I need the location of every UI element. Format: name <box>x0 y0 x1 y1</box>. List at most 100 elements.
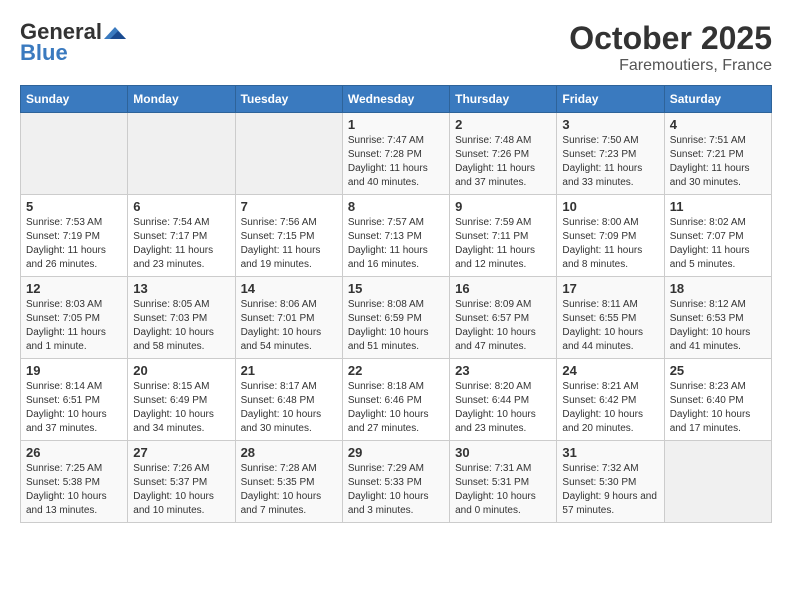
day-info: Sunrise: 7:51 AMSunset: 7:21 PMDaylight:… <box>670 134 766 190</box>
calendar-cell: 7Sunrise: 7:56 AMSunset: 7:15 PMDaylight… <box>235 195 342 277</box>
day-number: 5 <box>26 199 122 214</box>
month-title: October 2025 Faremoutiers, France <box>569 20 772 75</box>
day-info: Sunrise: 8:03 AMSunset: 7:05 PMDaylight:… <box>26 298 122 354</box>
weekday-header: Thursday <box>450 86 557 113</box>
location-heading: Faremoutiers, France <box>569 57 772 75</box>
day-info: Sunrise: 7:32 AMSunset: 5:30 PMDaylight:… <box>562 462 658 518</box>
day-number: 28 <box>241 445 337 460</box>
day-info: Sunrise: 7:54 AMSunset: 7:17 PMDaylight:… <box>133 216 229 272</box>
day-number: 6 <box>133 199 229 214</box>
day-number: 2 <box>455 117 551 132</box>
calendar-cell <box>21 113 128 195</box>
weekday-header-row: SundayMondayTuesdayWednesdayThursdayFrid… <box>21 86 772 113</box>
day-number: 20 <box>133 363 229 378</box>
day-info: Sunrise: 8:11 AMSunset: 6:55 PMDaylight:… <box>562 298 658 354</box>
day-number: 12 <box>26 281 122 296</box>
day-number: 15 <box>348 281 444 296</box>
weekday-header: Monday <box>128 86 235 113</box>
calendar-table: SundayMondayTuesdayWednesdayThursdayFrid… <box>20 85 772 523</box>
day-info: Sunrise: 8:14 AMSunset: 6:51 PMDaylight:… <box>26 380 122 436</box>
day-number: 31 <box>562 445 658 460</box>
calendar-cell: 30Sunrise: 7:31 AMSunset: 5:31 PMDayligh… <box>450 441 557 523</box>
day-number: 21 <box>241 363 337 378</box>
day-info: Sunrise: 7:25 AMSunset: 5:38 PMDaylight:… <box>26 462 122 518</box>
day-info: Sunrise: 8:12 AMSunset: 6:53 PMDaylight:… <box>670 298 766 354</box>
calendar-cell: 27 Sunrise: 7:26 AMSunset: 5:37 PMDayligh… <box>128 441 235 523</box>
day-info: Sunrise: 8:00 AMSunset: 7:09 PMDaylight:… <box>562 216 658 272</box>
day-number: 17 <box>562 281 658 296</box>
calendar-cell: 31 Sunrise: 7:32 AMSunset: 5:30 PMDayligh… <box>557 441 664 523</box>
page-header: General Blue October 2025 Faremoutiers, … <box>20 20 772 75</box>
calendar-cell: 25 Sunrise: 8:23 AMSunset: 6:40 PMDayligh… <box>664 359 771 441</box>
day-info: Sunrise: 8:21 AMSunset: 6:42 PMDaylight:… <box>562 380 658 436</box>
day-info: Sunrise: 7:59 AMSunset: 7:11 PMDaylight:… <box>455 216 551 272</box>
calendar-cell <box>664 441 771 523</box>
calendar-week-row: 26 Sunrise: 7:25 AMSunset: 5:38 PMDayligh… <box>21 441 772 523</box>
calendar-cell: 9 Sunrise: 7:59 AMSunset: 7:11 PMDaylight… <box>450 195 557 277</box>
day-info: Sunrise: 8:15 AMSunset: 6:49 PMDaylight:… <box>133 380 229 436</box>
calendar-cell: 6 Sunrise: 7:54 AMSunset: 7:17 PMDaylight… <box>128 195 235 277</box>
day-number: 23 <box>455 363 551 378</box>
calendar-cell: 4 Sunrise: 7:51 AMSunset: 7:21 PMDaylight… <box>664 113 771 195</box>
day-info: Sunrise: 8:05 AMSunset: 7:03 PMDaylight:… <box>133 298 229 354</box>
calendar-week-row: 1 Sunrise: 7:47 AMSunset: 7:28 PMDaylight… <box>21 113 772 195</box>
day-number: 24 <box>562 363 658 378</box>
day-number: 14 <box>241 281 337 296</box>
calendar-cell: 15 Sunrise: 8:08 AMSunset: 6:59 PMDayligh… <box>342 277 449 359</box>
calendar-cell: 21 Sunrise: 8:17 AMSunset: 6:48 PMDayligh… <box>235 359 342 441</box>
calendar-cell: 16 Sunrise: 8:09 AMSunset: 6:57 PMDayligh… <box>450 277 557 359</box>
calendar-cell: 12 Sunrise: 8:03 AMSunset: 7:05 PMDayligh… <box>21 277 128 359</box>
calendar-cell: 14 Sunrise: 8:06 AMSunset: 7:01 PMDayligh… <box>235 277 342 359</box>
day-number: 8 <box>348 199 444 214</box>
calendar-cell: 26 Sunrise: 7:25 AMSunset: 5:38 PMDayligh… <box>21 441 128 523</box>
day-info: Sunrise: 8:06 AMSunset: 7:01 PMDaylight:… <box>241 298 337 354</box>
day-number: 16 <box>455 281 551 296</box>
day-number: 26 <box>26 445 122 460</box>
calendar-cell: 19 Sunrise: 8:14 AMSunset: 6:51 PMDayligh… <box>21 359 128 441</box>
calendar-cell: 3 Sunrise: 7:50 AMSunset: 7:23 PMDaylight… <box>557 113 664 195</box>
calendar-cell: 17 Sunrise: 8:11 AMSunset: 6:55 PMDayligh… <box>557 277 664 359</box>
day-number: 27 <box>133 445 229 460</box>
day-number: 10 <box>562 199 658 214</box>
calendar-cell: 23 Sunrise: 8:20 AMSunset: 6:44 PMDayligh… <box>450 359 557 441</box>
day-number: 1 <box>348 117 444 132</box>
day-info: Sunrise: 8:20 AMSunset: 6:44 PMDaylight:… <box>455 380 551 436</box>
calendar-cell: 24 Sunrise: 8:21 AMSunset: 6:42 PMDayligh… <box>557 359 664 441</box>
day-info: Sunrise: 7:47 AMSunset: 7:28 PMDaylight:… <box>348 134 444 190</box>
calendar-cell <box>128 113 235 195</box>
day-number: 4 <box>670 117 766 132</box>
day-info: Sunrise: 7:29 AMSunset: 5:33 PMDaylight:… <box>348 462 444 518</box>
day-info: Sunrise: 8:08 AMSunset: 6:59 PMDaylight:… <box>348 298 444 354</box>
day-number: 18 <box>670 281 766 296</box>
logo-icon <box>104 25 126 41</box>
day-number: 9 <box>455 199 551 214</box>
day-number: 3 <box>562 117 658 132</box>
day-info: Sunrise: 8:02 AMSunset: 7:07 PMDaylight:… <box>670 216 766 272</box>
calendar-cell: 1 Sunrise: 7:47 AMSunset: 7:28 PMDaylight… <box>342 113 449 195</box>
weekday-header: Friday <box>557 86 664 113</box>
day-number: 29 <box>348 445 444 460</box>
logo: General Blue <box>20 20 128 66</box>
calendar-cell: 10 Sunrise: 8:00 AMSunset: 7:09 PMDayligh… <box>557 195 664 277</box>
day-info: Sunrise: 7:57 AMSunset: 7:13 PMDaylight:… <box>348 216 444 272</box>
calendar-week-row: 5 Sunrise: 7:53 AMSunset: 7:19 PMDaylight… <box>21 195 772 277</box>
calendar-cell: 28 Sunrise: 7:28 AMSunset: 5:35 PMDayligh… <box>235 441 342 523</box>
day-info: Sunrise: 7:28 AMSunset: 5:35 PMDaylight:… <box>241 462 337 518</box>
day-info: Sunrise: 7:26 AMSunset: 5:37 PMDaylight:… <box>133 462 229 518</box>
day-info: Sunrise: 8:09 AMSunset: 6:57 PMDaylight:… <box>455 298 551 354</box>
day-info: Sunrise: 8:23 AMSunset: 6:40 PMDaylight:… <box>670 380 766 436</box>
day-info: Sunrise: 8:17 AMSunset: 6:48 PMDaylight:… <box>241 380 337 436</box>
day-number: 25 <box>670 363 766 378</box>
calendar-cell: 20 Sunrise: 8:15 AMSunset: 6:49 PMDayligh… <box>128 359 235 441</box>
calendar-cell: 5 Sunrise: 7:53 AMSunset: 7:19 PMDaylight… <box>21 195 128 277</box>
day-number: 11 <box>670 199 766 214</box>
weekday-header: Sunday <box>21 86 128 113</box>
month-heading: October 2025 <box>569 20 772 57</box>
calendar-cell: 8 Sunrise: 7:57 AMSunset: 7:13 PMDaylight… <box>342 195 449 277</box>
day-info: Sunrise: 7:50 AMSunset: 7:23 PMDaylight:… <box>562 134 658 190</box>
day-number: 7 <box>241 199 337 214</box>
calendar-cell: 18 Sunrise: 8:12 AMSunset: 6:53 PMDayligh… <box>664 277 771 359</box>
day-number: 19 <box>26 363 122 378</box>
day-info: Sunrise: 7:53 AMSunset: 7:19 PMDaylight:… <box>26 216 122 272</box>
day-info: Sunrise: 7:48 AMSunset: 7:26 PMDaylight:… <box>455 134 551 190</box>
